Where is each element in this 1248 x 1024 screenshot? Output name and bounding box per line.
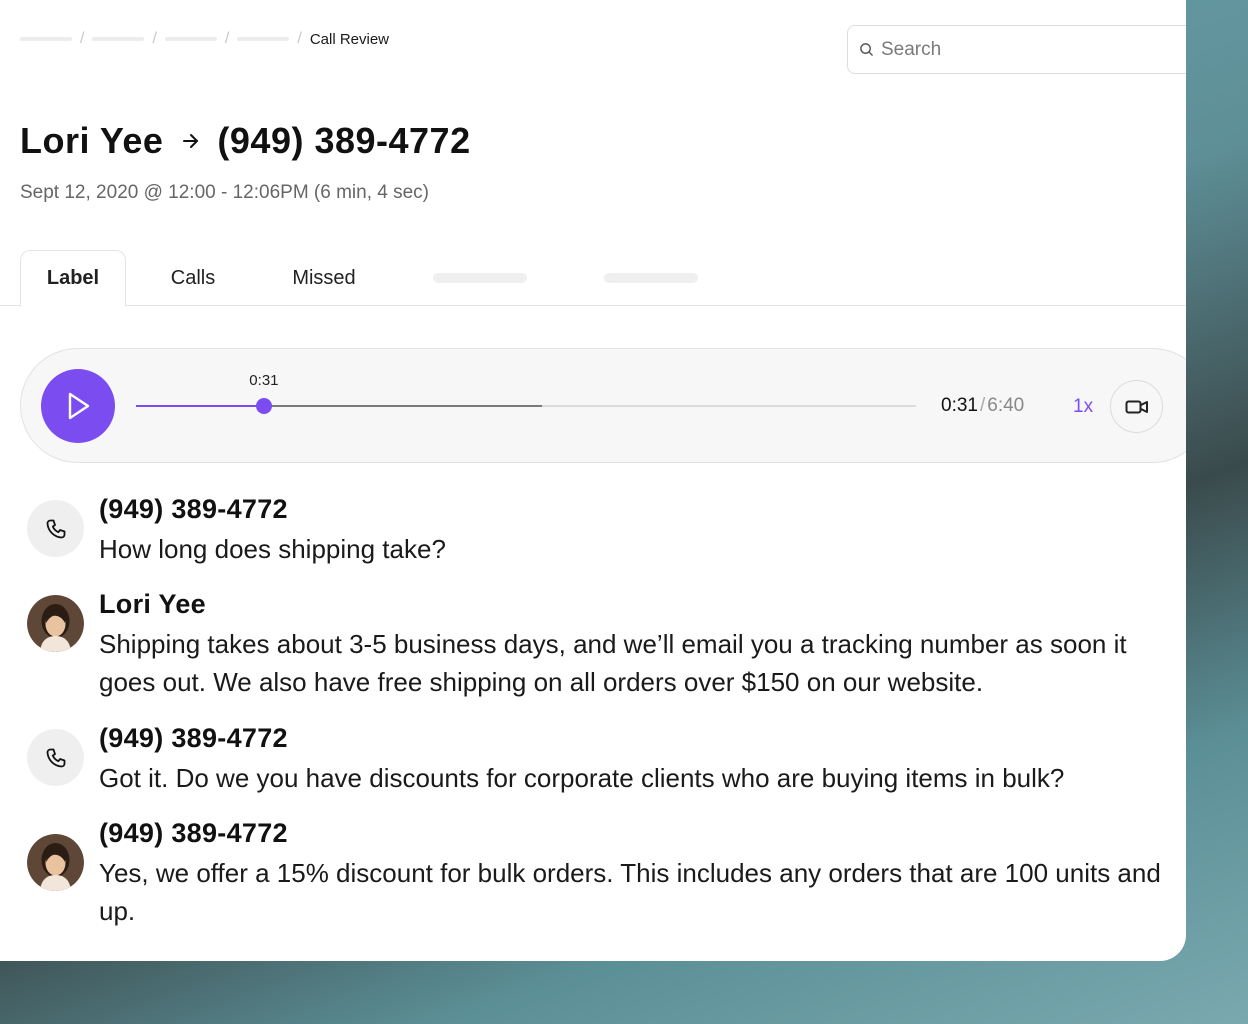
breadcrumb-placeholder[interactable]: [164, 37, 217, 41]
breadcrumb-placeholder[interactable]: [92, 37, 145, 41]
search-icon: [860, 43, 873, 56]
user-avatar: [27, 834, 84, 891]
scrubber-handle[interactable]: [255, 398, 272, 414]
breadcrumb-separator: /: [152, 30, 157, 47]
breadcrumb: / / / / Call Review: [20, 28, 389, 50]
caller-name: Lori Yee: [20, 120, 164, 161]
play-button[interactable]: [41, 369, 115, 443]
tab-missed[interactable]: Missed: [268, 250, 380, 306]
time-separator: /: [979, 395, 986, 416]
call-datetime: Sept 12, 2020 @ 12:00 - 12:06PM (6 min, …: [20, 182, 430, 203]
current-time: 0:31: [941, 395, 978, 416]
thumb-time-label: 0:31: [249, 372, 279, 389]
breadcrumb-current: Call Review: [309, 30, 390, 48]
phone-icon: [27, 500, 84, 557]
video-button[interactable]: [1110, 380, 1163, 433]
tab-bar: Label Calls Missed: [0, 250, 1186, 307]
breadcrumb-separator: /: [224, 30, 230, 47]
speaker-name: Lori Yee: [99, 589, 206, 619]
speaker-name: (949) 389-4772: [99, 818, 288, 848]
search-input[interactable]: [881, 38, 1161, 61]
message-text: How long does shipping take?: [99, 534, 446, 564]
message-text: Yes, we offer a 15% discount for bulk or…: [99, 858, 1161, 926]
speaker-name: (949) 389-4772: [99, 494, 288, 524]
search-box[interactable]: [847, 25, 1186, 74]
played-bar: [136, 405, 264, 407]
breadcrumb-placeholder[interactable]: [20, 37, 72, 41]
call-review-panel: / / / / Call Review Lori Yee (949) 389-4…: [0, 0, 1186, 961]
speaker-name: (949) 389-4772: [99, 723, 288, 753]
breadcrumb-placeholder[interactable]: [237, 37, 290, 41]
tab-calls[interactable]: Calls: [141, 250, 245, 306]
audio-player: 0:31 0:31/6:40 1x: [20, 348, 1186, 463]
progress-track[interactable]: 0:31: [136, 372, 916, 414]
tab-label[interactable]: Label: [20, 250, 126, 307]
breadcrumb-separator: /: [80, 30, 85, 47]
breadcrumb-separator: /: [297, 30, 302, 47]
playback-speed-button[interactable]: 1x: [1073, 396, 1093, 418]
video-camera-icon: [1125, 400, 1148, 413]
tab-placeholder[interactable]: [604, 273, 698, 283]
user-avatar: [27, 595, 84, 652]
arrow-right-icon: [183, 134, 199, 148]
play-icon: [68, 392, 90, 420]
callee-number: (949) 389-4772: [217, 120, 471, 161]
page-title: Lori Yee (949) 389-4772: [20, 120, 471, 162]
message-text: Shipping takes about 3-5 business days, …: [99, 629, 1127, 697]
tab-placeholder[interactable]: [433, 273, 527, 283]
total-time: 6:40: [987, 395, 1025, 416]
phone-icon: [27, 729, 84, 786]
message-text: Got it. Do we you have discounts for cor…: [99, 763, 1065, 793]
time-readout: 0:31/6:40: [941, 395, 1024, 417]
